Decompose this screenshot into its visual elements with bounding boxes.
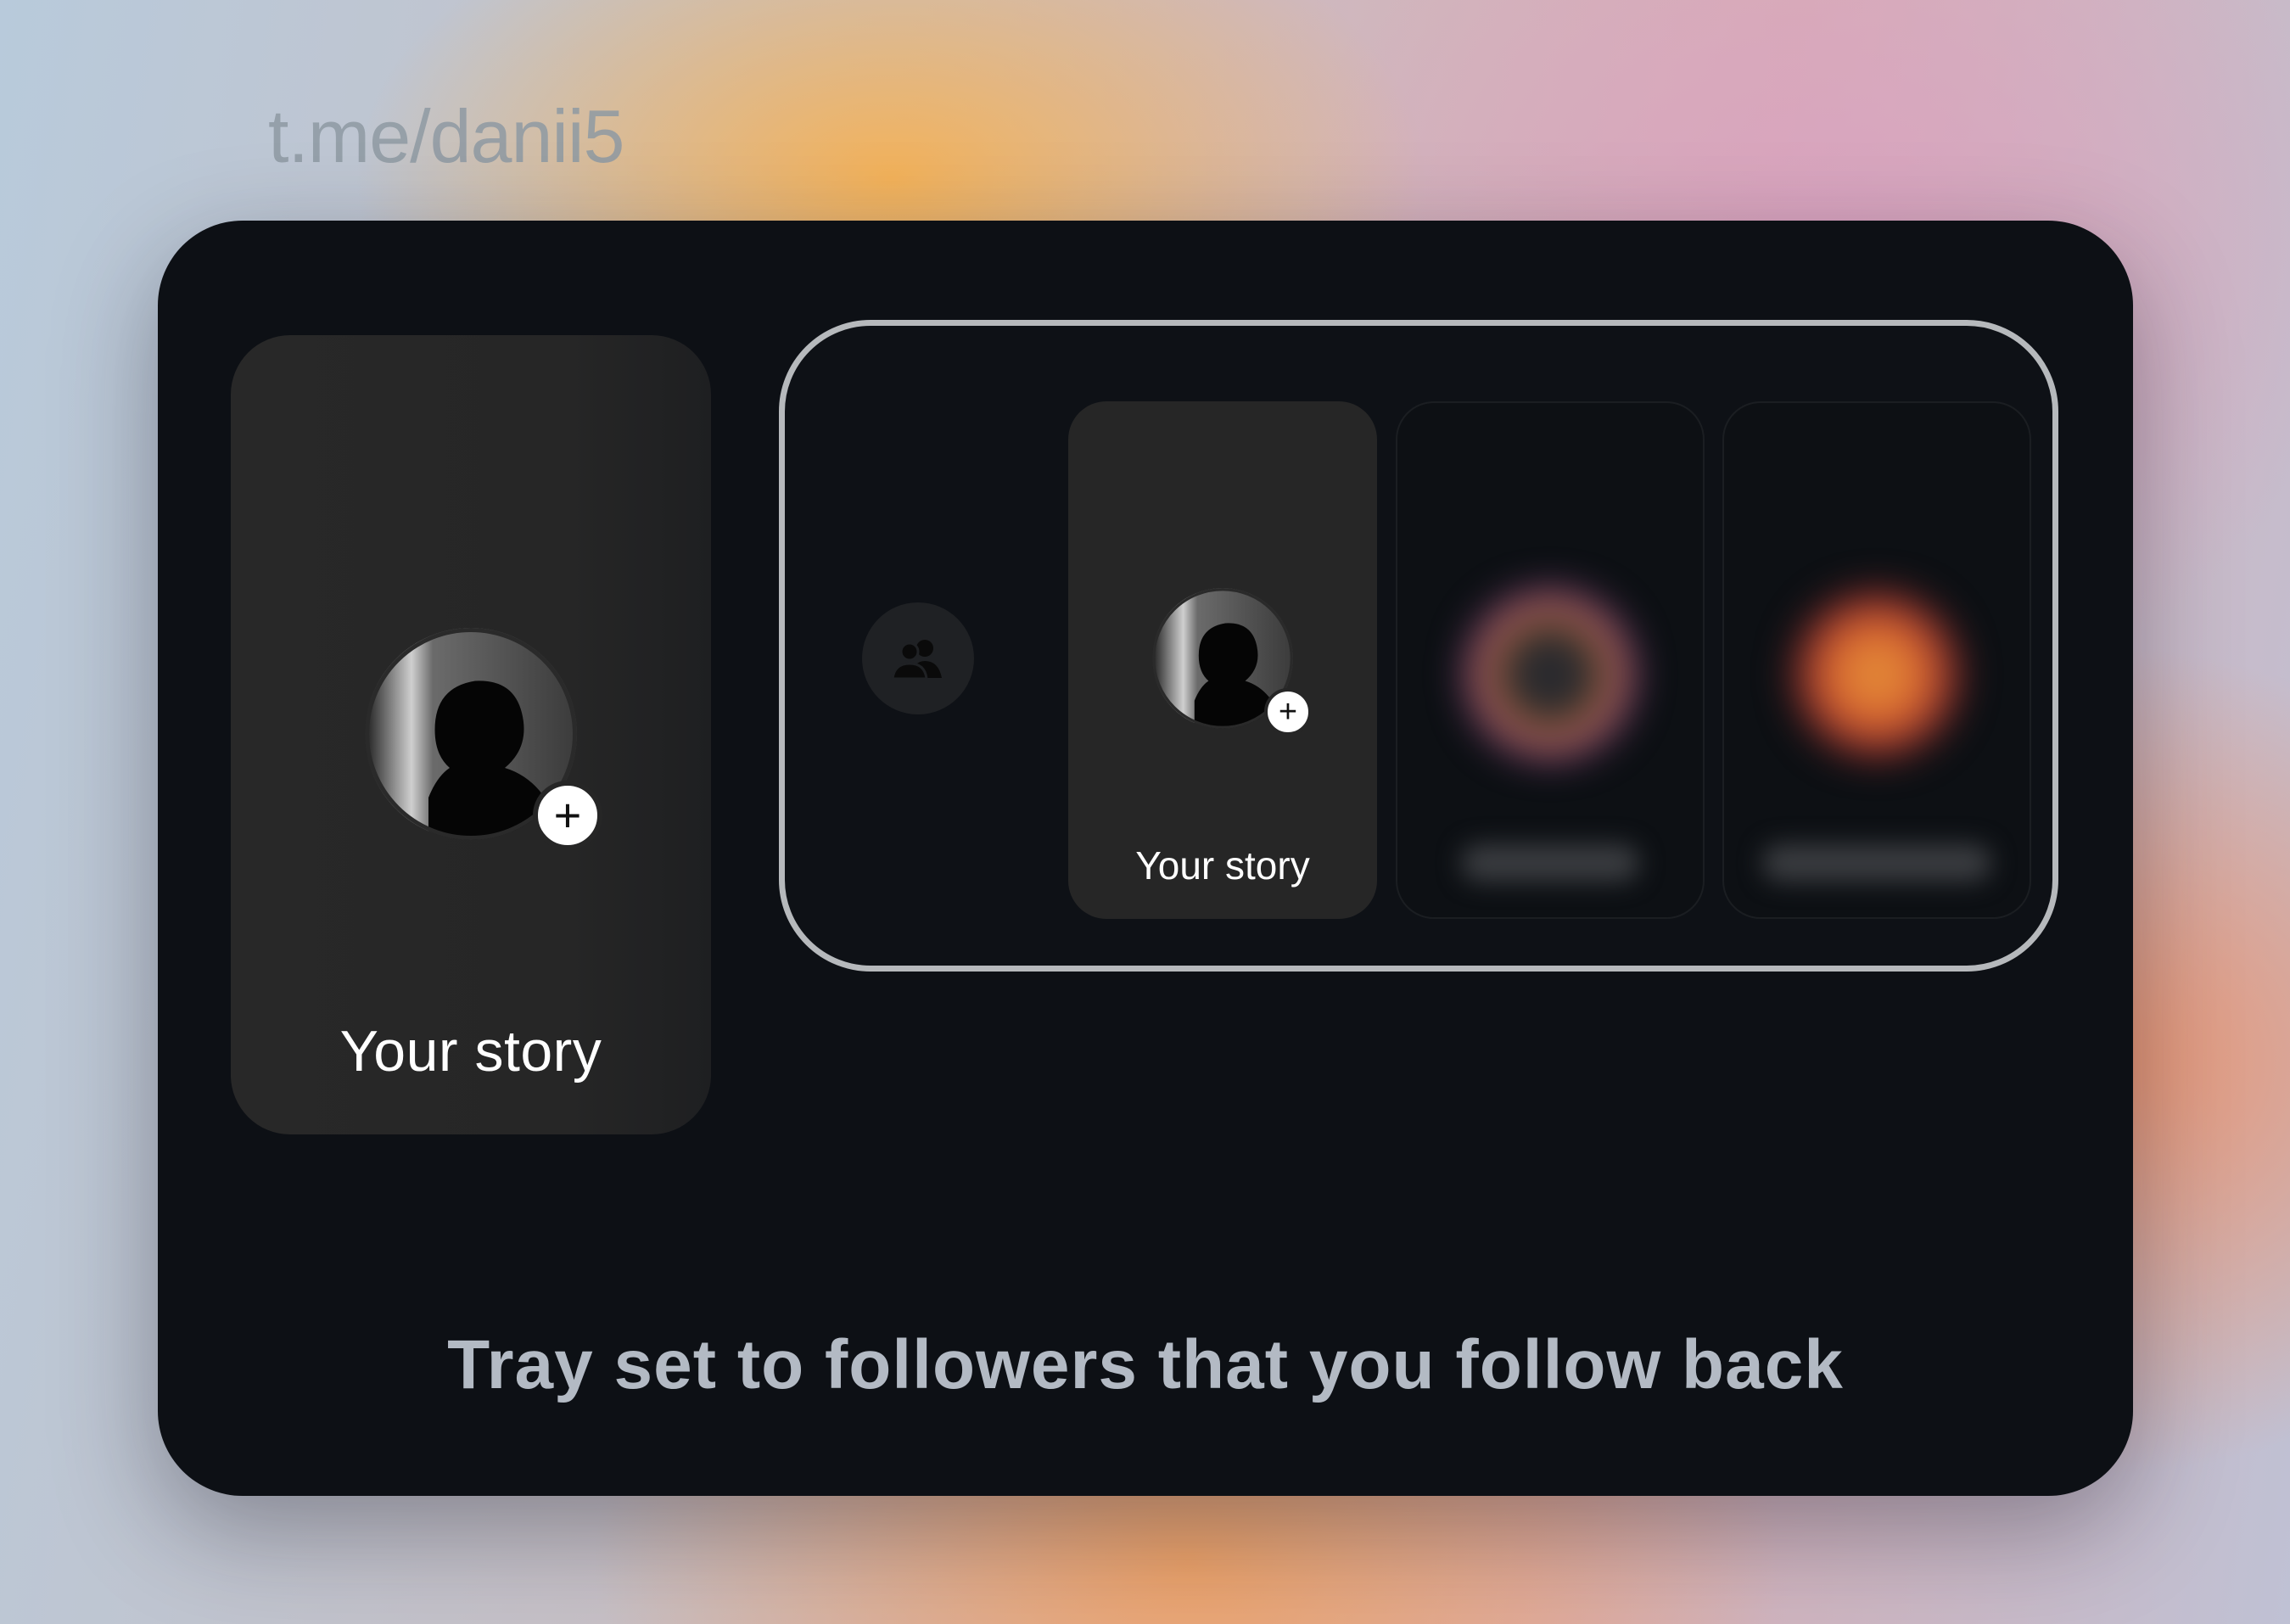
preview-panel: + Your story + Your story Tray set to fo… — [158, 221, 2133, 1496]
story-tray: + Your story — [779, 320, 2058, 972]
add-story-button[interactable]: + — [1264, 688, 1312, 736]
avatar: + — [1152, 588, 1312, 736]
people-icon — [891, 640, 942, 680]
caption-text: Tray set to followers that you follow ba… — [447, 1326, 1844, 1403]
blurred-story-card[interactable] — [1396, 401, 1705, 919]
watermark-text: t.me/danii5 — [268, 94, 624, 178]
add-story-button[interactable]: + — [533, 781, 602, 850]
blurred-username — [1461, 844, 1639, 882]
blurred-avatar — [1792, 590, 1962, 759]
blurred-username — [1762, 844, 1991, 882]
followers-group-icon[interactable] — [862, 602, 974, 714]
avatar: + — [365, 628, 602, 850]
blurred-avatar — [1465, 590, 1635, 759]
story-label: Your story — [1135, 843, 1310, 888]
story-label: Your story — [339, 1019, 602, 1084]
your-story-card[interactable]: + Your story — [231, 335, 711, 1134]
tray-your-story-card[interactable]: + Your story — [1068, 401, 1377, 919]
blurred-story-card[interactable] — [1722, 401, 2031, 919]
